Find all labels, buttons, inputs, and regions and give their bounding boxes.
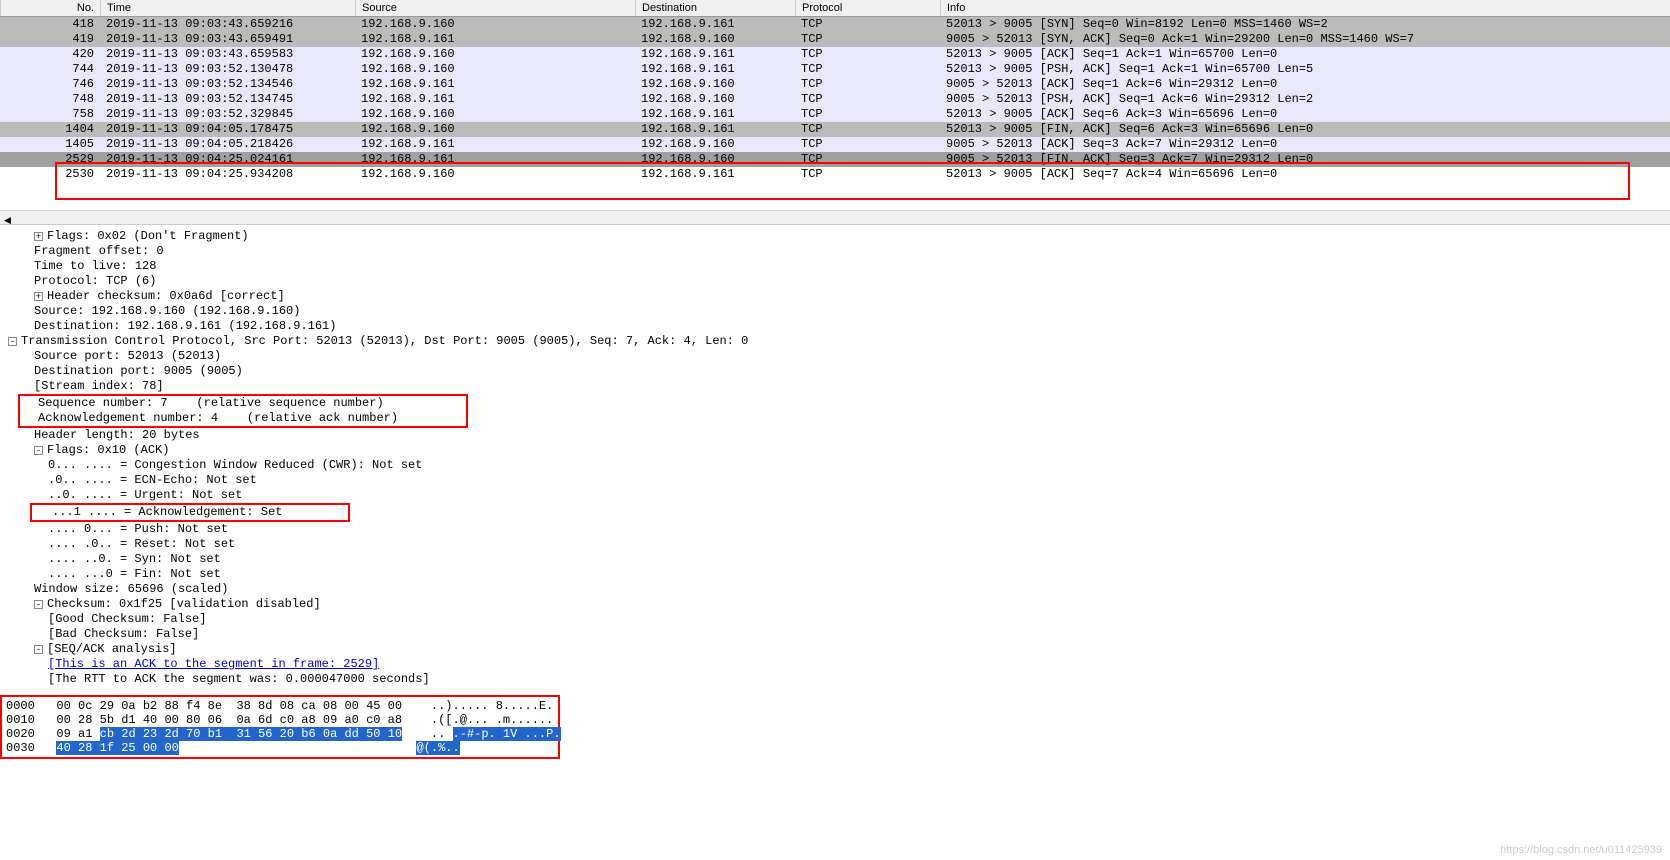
hex-row[interactable]: 0020 09 a1 cb 2d 23 2d 70 b1 31 56 20 b6… (6, 727, 554, 741)
detail-line[interactable]: Destination port: 9005 (9005) (8, 364, 1670, 379)
expand-icon[interactable]: + (34, 232, 43, 241)
collapse-icon[interactable]: - (8, 337, 17, 346)
detail-line[interactable]: Header length: 20 bytes (8, 428, 1670, 443)
detail-line[interactable]: .... 0... = Push: Not set (8, 522, 1670, 537)
hex-row[interactable]: 0030 40 28 1f 25 00 00 @(.%.. (6, 741, 554, 755)
detail-checksum[interactable]: -Checksum: 0x1f25 [validation disabled] (8, 597, 1670, 612)
packet-row[interactable]: 7442019-11-13 09:03:52.130478192.168.9.1… (0, 62, 1670, 77)
watermark: https://blog.csdn.net/u011425939 (1500, 844, 1662, 856)
packet-list-pane: No. Time Source Destination Protocol Inf… (0, 0, 1670, 225)
detail-line[interactable]: +Flags: 0x02 (Don't Fragment) (8, 229, 1670, 244)
packet-row[interactable]: 4202019-11-13 09:03:43.659583192.168.9.1… (0, 47, 1670, 62)
packet-row[interactable]: 14052019-11-13 09:04:05.218426192.168.9.… (0, 137, 1670, 152)
detail-seqack[interactable]: -[SEQ/ACK analysis] (8, 642, 1670, 657)
detail-line[interactable]: Window size: 65696 (scaled) (8, 582, 1670, 597)
hex-dump-pane: 0000 00 0c 29 0a b2 88 f4 8e 38 8d 08 ca… (0, 695, 560, 759)
col-header-time[interactable]: Time (100, 0, 355, 16)
packet-row[interactable]: 7462019-11-13 09:03:52.134546192.168.9.1… (0, 77, 1670, 92)
detail-line[interactable]: .... ..0. = Syn: Not set (8, 552, 1670, 567)
col-header-protocol[interactable]: Protocol (795, 0, 940, 16)
detail-line[interactable]: Protocol: TCP (6) (8, 274, 1670, 289)
detail-line[interactable]: [Bad Checksum: False] (8, 627, 1670, 642)
hex-row[interactable]: 0010 00 28 5b d1 40 00 80 06 0a 6d c0 a8… (6, 713, 554, 727)
packet-row[interactable]: 14042019-11-13 09:04:05.178475192.168.9.… (0, 122, 1670, 137)
detail-line[interactable]: [Stream index: 78] (8, 379, 1670, 394)
col-header-info[interactable]: Info (940, 0, 1670, 16)
detail-ack-frame-link[interactable]: [This is an ACK to the segment in frame:… (8, 657, 1670, 672)
collapse-icon[interactable]: - (34, 446, 43, 455)
expand-icon[interactable]: + (34, 292, 43, 301)
detail-line[interactable]: [Good Checksum: False] (8, 612, 1670, 627)
collapse-icon[interactable]: - (34, 600, 43, 609)
detail-line[interactable]: 0... .... = Congestion Window Reduced (C… (8, 458, 1670, 473)
detail-line[interactable]: Source: 192.168.9.160 (192.168.9.160) (8, 304, 1670, 319)
packet-details-pane: +Flags: 0x02 (Don't Fragment) Fragment o… (0, 225, 1670, 691)
detail-line[interactable]: Time to live: 128 (8, 259, 1670, 274)
detail-line[interactable]: Fragment offset: 0 (8, 244, 1670, 259)
packet-row[interactable]: 4192019-11-13 09:03:43.659491192.168.9.1… (0, 32, 1670, 47)
highlight-box-seq-ack: Sequence number: 7 (relative sequence nu… (8, 394, 1670, 428)
detail-line[interactable]: .0.. .... = ECN-Echo: Not set (8, 473, 1670, 488)
packet-list-header: No. Time Source Destination Protocol Inf… (0, 0, 1670, 17)
packet-row[interactable]: 25292019-11-13 09:04:25.024161192.168.9.… (0, 152, 1670, 167)
packet-row[interactable]: 25302019-11-13 09:04:25.934208192.168.9.… (0, 167, 1670, 182)
highlight-box-ack-flag: ...1 .... = Acknowledgement: Set (8, 503, 1670, 522)
packet-row[interactable]: 7582019-11-13 09:03:52.329845192.168.9.1… (0, 107, 1670, 122)
detail-line[interactable]: .... .0.. = Reset: Not set (8, 537, 1670, 552)
detail-tcp-header[interactable]: -Transmission Control Protocol, Src Port… (8, 334, 1670, 349)
packet-row[interactable]: 7482019-11-13 09:03:52.134745192.168.9.1… (0, 92, 1670, 107)
detail-line[interactable]: Source port: 52013 (52013) (8, 349, 1670, 364)
h-scrollbar[interactable]: ◄ (0, 210, 1670, 224)
packet-row[interactable]: 4182019-11-13 09:03:43.659216192.168.9.1… (0, 17, 1670, 32)
col-header-destination[interactable]: Destination (635, 0, 795, 16)
detail-line[interactable]: [The RTT to ACK the segment was: 0.00004… (8, 672, 1670, 687)
col-header-no[interactable]: No. (0, 0, 100, 16)
detail-line[interactable]: Destination: 192.168.9.161 (192.168.9.16… (8, 319, 1670, 334)
collapse-icon[interactable]: - (34, 645, 43, 654)
scroll-left-icon[interactable]: ◄ (4, 214, 12, 222)
detail-line[interactable]: +Header checksum: 0x0a6d [correct] (8, 289, 1670, 304)
detail-line[interactable]: ..0. .... = Urgent: Not set (8, 488, 1670, 503)
detail-line[interactable]: .... ...0 = Fin: Not set (8, 567, 1670, 582)
col-header-source[interactable]: Source (355, 0, 635, 16)
detail-tcp-flags[interactable]: -Flags: 0x10 (ACK) (8, 443, 1670, 458)
hex-row[interactable]: 0000 00 0c 29 0a b2 88 f4 8e 38 8d 08 ca… (6, 699, 554, 713)
